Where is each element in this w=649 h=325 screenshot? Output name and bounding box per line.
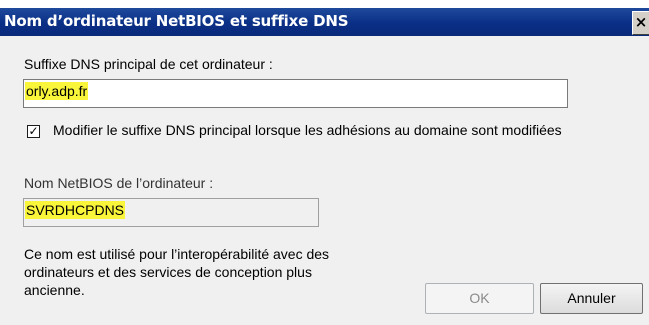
dns-suffix-label: Suffixe DNS principal de cet ordinateur … bbox=[24, 56, 273, 72]
modify-suffix-label[interactable]: Modifier le suffixe DNS principal lorsqu… bbox=[53, 122, 562, 138]
modify-suffix-checkbox[interactable]: ✓ bbox=[27, 125, 40, 138]
info-line-3: ancienne. bbox=[24, 282, 85, 298]
netbios-label: Nom NetBIOS de l’ordinateur : bbox=[24, 175, 214, 191]
dialog-window: Nom d’ordinateur NetBIOS et suffixe DNS … bbox=[0, 0, 649, 325]
netbios-value: SVRDHCPDNS bbox=[25, 201, 126, 219]
title-bar[interactable]: Nom d’ordinateur NetBIOS et suffixe DNS … bbox=[0, 8, 649, 36]
info-line-2: ordinateurs et des services de conceptio… bbox=[24, 264, 312, 280]
dns-suffix-input[interactable]: orly.adp.fr bbox=[23, 79, 568, 108]
netbios-input: SVRDHCPDNS bbox=[23, 198, 319, 227]
info-line-1: Ce nom est utilisé pour l’interopérabili… bbox=[24, 246, 330, 262]
top-strip bbox=[0, 0, 649, 8]
cancel-button[interactable]: Annuler bbox=[540, 283, 643, 314]
dialog-title: Nom d’ordinateur NetBIOS et suffixe DNS bbox=[4, 12, 349, 30]
ok-button[interactable]: OK bbox=[425, 283, 534, 314]
dns-suffix-value: orly.adp.fr bbox=[25, 82, 89, 100]
close-icon[interactable]: × bbox=[632, 11, 649, 35]
